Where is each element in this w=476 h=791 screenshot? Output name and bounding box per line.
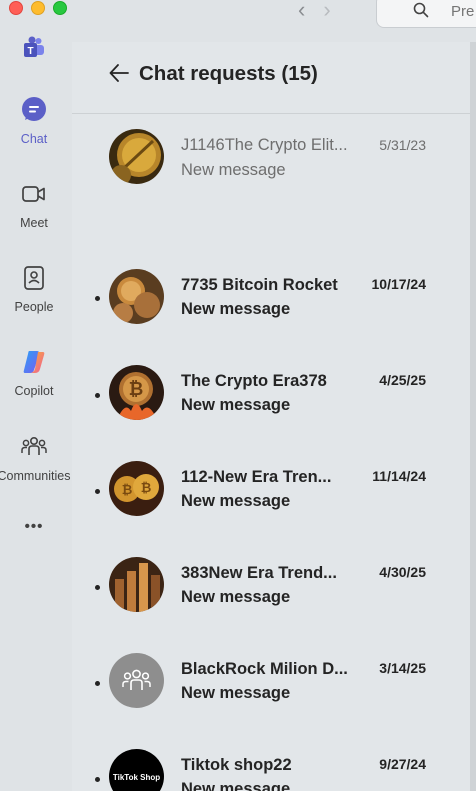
chat-request-item[interactable]: BlackRock Milion D... New message 3/14/2… (72, 594, 472, 708)
panel-header: Chat requests (15) (72, 42, 472, 114)
search-icon (413, 2, 429, 18)
chat-request-name: J1146The Crypto Elit... (181, 136, 348, 154)
video-camera-icon (20, 180, 48, 208)
rail-label-meet: Meet (20, 216, 48, 230)
unread-dot (95, 585, 100, 590)
chat-request-name: 112-New Era Tren... (181, 468, 332, 486)
avatar: TikTok Shop (109, 749, 164, 791)
chat-request-item[interactable]: J1146The Crypto Elit... New message 5/31… (72, 114, 472, 210)
back-history-button[interactable]: ‹ (298, 0, 305, 23)
panel-divider (470, 42, 476, 791)
communities-icon (20, 433, 48, 461)
history-navigation: ‹ › (298, 0, 331, 23)
rail-label-copilot: Copilot (14, 384, 54, 398)
chat-request-name: 7735 Bitcoin Rocket (181, 276, 338, 294)
rail-communities[interactable]: Communities (0, 433, 71, 483)
chat-request-date: 11/14/24 (372, 468, 426, 484)
chat-request-preview: New message (181, 780, 291, 791)
chat-request-item[interactable]: ₿ The Crypto Era378 New message 4/25/25 (72, 306, 472, 420)
chat-request-name: Tiktok shop22 (181, 756, 292, 774)
chat-request-preview: New message (181, 161, 286, 179)
chat-request-name: 383New Era Trend... (181, 564, 337, 582)
unread-dot (95, 489, 100, 494)
rail-more-button[interactable]: ••• (0, 518, 68, 535)
copilot-icon (20, 348, 48, 376)
avatar (109, 129, 164, 184)
unread-dot (95, 681, 100, 686)
minimize-window-button[interactable] (31, 1, 45, 15)
tiktok-shop-logo: TikTok Shop (113, 773, 160, 782)
search-box[interactable] (376, 0, 476, 28)
rail-label-communities: Communities (0, 469, 71, 483)
chat-request-date: 4/25/25 (379, 372, 426, 388)
rail-people[interactable]: People (0, 264, 68, 314)
chat-request-date: 5/31/23 (379, 137, 426, 153)
rail-label-people: People (14, 300, 54, 314)
app-rail: T Chat Meet People Copilot Communities •… (0, 28, 71, 791)
chat-request-name: BlackRock Milion D... (181, 660, 348, 678)
unread-dot (95, 296, 100, 301)
window-controls (9, 1, 67, 15)
search-input[interactable] (451, 2, 476, 20)
chat-request-item[interactable]: ₿ ₿ 112-New Era Tren... New message 11/1… (72, 402, 472, 516)
chat-request-item[interactable]: 7735 Bitcoin Rocket New message 10/17/24 (72, 210, 472, 324)
svg-text:T: T (27, 46, 33, 57)
tiktok-shop-logo-text: TikTok Shop (113, 773, 160, 782)
teams-logo-icon: T (20, 34, 48, 62)
contact-card-icon (20, 264, 48, 292)
chat-requests-panel: Chat requests (15) J1146The Crypto Elit.… (72, 42, 472, 791)
zoom-window-button[interactable] (53, 1, 67, 15)
unread-dot (95, 777, 100, 782)
back-arrow-icon[interactable] (108, 62, 130, 84)
chat-request-date: 4/30/25 (379, 564, 426, 580)
forward-history-button[interactable]: › (323, 0, 330, 23)
page-title: Chat requests (15) (139, 62, 318, 85)
chat-request-date: 10/17/24 (371, 276, 427, 292)
svg-text:₿: ₿ (141, 480, 152, 495)
svg-text:₿: ₿ (129, 379, 144, 399)
rail-teams[interactable]: T (0, 34, 68, 62)
chat-request-item[interactable]: TikTok Shop Tiktok shop22 New message 9/… (72, 690, 472, 791)
more-icon: ••• (24, 518, 44, 535)
unread-dot (95, 393, 100, 398)
chat-request-date: 3/14/25 (379, 660, 426, 676)
chat-request-date: 9/27/24 (379, 756, 426, 772)
chat-request-name: The Crypto Era378 (181, 372, 327, 390)
rail-label-chat: Chat (20, 132, 48, 146)
svg-text:₿: ₿ (122, 482, 133, 497)
close-window-button[interactable] (9, 1, 23, 15)
chat-icon (20, 96, 48, 124)
chat-request-item[interactable]: 383New Era Trend... New message 4/30/25 (72, 498, 472, 612)
rail-chat[interactable]: Chat (0, 96, 68, 146)
rail-meet[interactable]: Meet (0, 180, 68, 230)
gold-coin-photo (109, 129, 164, 184)
rail-copilot[interactable]: Copilot (0, 348, 68, 398)
